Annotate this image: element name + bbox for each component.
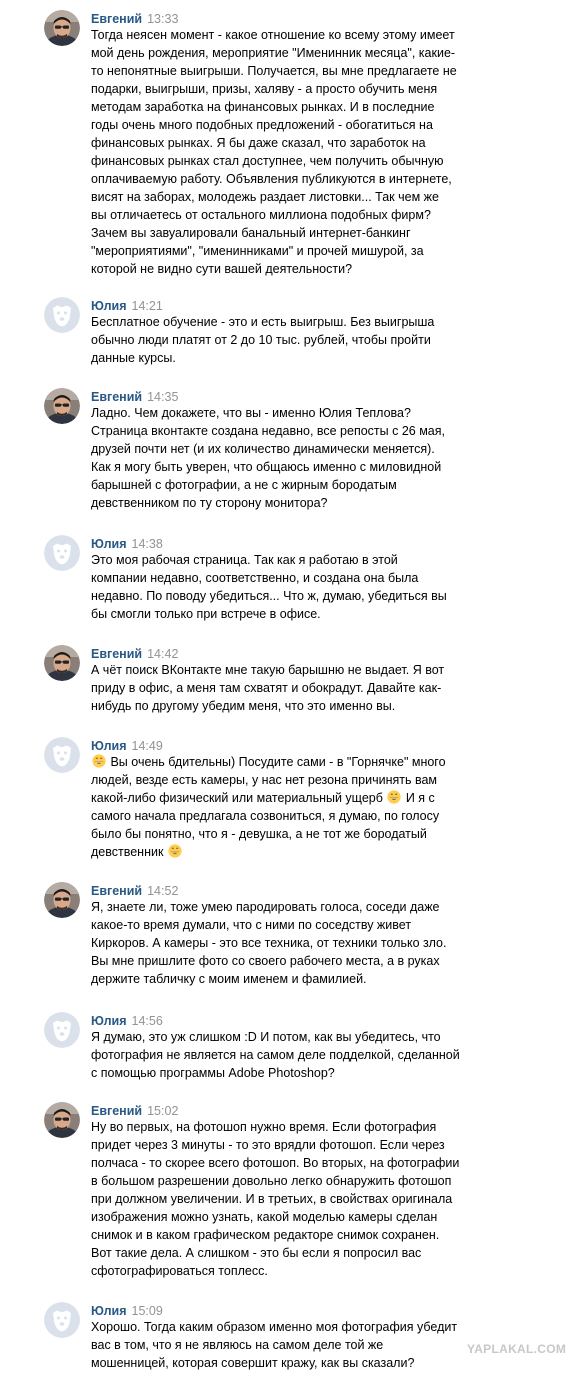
message-time-link[interactable]: 13:33	[147, 12, 178, 26]
author-name-link[interactable]: Евгений	[91, 12, 142, 26]
message-line: оплачиваемую работу. Объявления публикую…	[91, 172, 452, 186]
message-line: приду в офис, а меня там схватят и обокр…	[91, 681, 442, 695]
message-time-link[interactable]: 14:49	[132, 739, 163, 753]
author-name-link[interactable]: Евгений	[91, 647, 142, 661]
message-line: финансовых рынках. Я бы даже сказал, что…	[91, 136, 426, 150]
message-line: мой день рождения, мероприятие "Именинни…	[91, 46, 456, 60]
message-line: девственником по ту сторону монитора?	[91, 496, 328, 510]
user-photo-avatar[interactable]	[44, 645, 80, 681]
author-name-link[interactable]: Юлия	[91, 1014, 127, 1028]
message-line: Это моя рабочая страница. Так как я рабо…	[91, 553, 398, 567]
author-name-link[interactable]: Юлия	[91, 537, 127, 551]
default-dog-avatar[interactable]	[44, 737, 80, 773]
message-line: изображения можно узнать, какой моделью …	[91, 1210, 438, 1224]
message-line: Ладно. Чем докажете, что вы - именно Юли…	[91, 406, 411, 420]
message-line: в большом разрешении довольно легко обна…	[91, 1174, 452, 1188]
message-line: бы смогли только при встрече в офисе.	[91, 607, 321, 621]
author-name-link[interactable]: Юлия	[91, 739, 127, 753]
message-line: друзей почти нет (и их количество динами…	[91, 442, 435, 456]
message-line: компании недавно, соответственно, и созд…	[91, 571, 419, 585]
message-text: Это моя рабочая страница. Так как я рабо…	[91, 551, 566, 623]
message-text: Я думаю, это уж слишком :D И потом, как …	[91, 1028, 566, 1082]
default-dog-avatar[interactable]	[44, 1302, 80, 1338]
message-line: Вы очень бдительны) Посудите сами - в "Г…	[91, 753, 566, 771]
message-time-link[interactable]: 15:09	[132, 1304, 163, 1318]
grinning-face-icon	[387, 790, 401, 804]
message-line: вы отличаетесь от остального миллиона по…	[91, 208, 431, 222]
message-line: барышней с фотографии, а не с жирным бор…	[91, 478, 397, 492]
message-line: финансовых рынках стал доступнее, чем по…	[91, 154, 444, 168]
author-name-link[interactable]: Юлия	[91, 299, 127, 313]
author-name-link[interactable]: Евгений	[91, 390, 142, 404]
message-line: держите табличку с моим именем и фамилие…	[91, 972, 367, 986]
watermark: YAPLAKAL.COM	[467, 1342, 567, 1356]
message-time-link[interactable]: 15:02	[147, 1104, 178, 1118]
message-line: придет через 3 минуты - то это врядли фо…	[91, 1138, 445, 1152]
message-time-link[interactable]: 14:42	[147, 647, 178, 661]
message-line: было бы понятно, что я - девушка, а не т…	[91, 827, 427, 841]
message-line: Хорошо. Тогда каким образом именно моя ф…	[91, 1320, 458, 1334]
message-line: Я думаю, это уж слишком :D И потом, как …	[91, 1030, 441, 1044]
message-time-link[interactable]: 14:21	[132, 299, 163, 313]
user-photo-avatar[interactable]	[44, 10, 80, 46]
default-dog-avatar[interactable]	[44, 297, 80, 333]
message-text: Я, знаете ли, тоже умею пародировать гол…	[91, 898, 566, 988]
message-line: то непонятные выигрыши. Получается, вы м…	[91, 64, 457, 78]
message-time-link[interactable]: 14:56	[132, 1014, 163, 1028]
message-text: А чёт поиск ВКонтакте мне такую барышню …	[91, 661, 566, 715]
message-history: Евгений 13:33 Тогда неясен момент - какое …	[0, 0, 568, 1381]
message-line: недавно. По поводу убедиться... Что ж, д…	[91, 589, 447, 603]
message-text: Ну во первых, на фотошоп нужно время. Ес…	[91, 1118, 566, 1280]
message-line: подарки, выигрыши, призы, халяву - а про…	[91, 82, 438, 96]
message-line: полчаса - то скорее всего фотошоп. Во вт…	[91, 1156, 460, 1170]
message-line: Я, знаете ли, тоже умею пародировать гол…	[91, 900, 440, 914]
message-time-link[interactable]: 14:35	[147, 390, 178, 404]
message-line: мошенницей, которая совершит кражу, как …	[91, 1356, 415, 1370]
message-line: самого начала предлагала созвониться, я …	[91, 809, 440, 823]
message-line: с помощью программы Adobe Photoshop?	[91, 1066, 335, 1080]
message-line: при должном увеличении. И в третьих, в с…	[91, 1192, 453, 1206]
message-text: Бесплатное обучение - это и есть выигрыш…	[91, 313, 566, 367]
message-line: какое-то время думали, что с ними по сос…	[91, 918, 412, 932]
message-line: сфотографироваться топлесс.	[91, 1264, 268, 1278]
user-photo-avatar[interactable]	[44, 1102, 80, 1138]
message-line: снимок и в каком графическом редакторе с…	[91, 1228, 440, 1242]
message-line: данные курсы.	[91, 351, 176, 365]
message-line: фотография не является на самом деле под…	[91, 1048, 460, 1062]
user-photo-avatar[interactable]	[44, 388, 80, 424]
user-photo-avatar[interactable]	[44, 882, 80, 918]
message-line: Бесплатное обучение - это и есть выигрыш…	[91, 315, 435, 329]
message-line: Как я могу быть уверен, что общаюсь имен…	[91, 460, 442, 474]
default-dog-avatar[interactable]	[44, 1012, 80, 1048]
message-line: годы очень много подобных предложений - …	[91, 118, 433, 132]
grinning-face-icon	[168, 844, 182, 858]
message-line: Ну во первых, на фотошоп нужно время. Ес…	[91, 1120, 437, 1134]
message-line: Зачем вы завуалировали банальный интерне…	[91, 226, 411, 240]
message-line: Страница вконтакте создана недавно, все …	[91, 424, 446, 438]
message-text: Вы очень бдительны) Посудите сами - в "Г…	[91, 753, 566, 861]
author-name-link[interactable]: Евгений	[91, 1104, 142, 1118]
message-line: "мероприятиями", "именинниками" и прочей…	[91, 244, 424, 258]
message-line: которой не видно сути вашей деятельности…	[91, 262, 353, 276]
message-line: обычно люди платят от 2 до 10 тыс. рубле…	[91, 333, 431, 347]
message-line: какой-либо физический или материальный у…	[91, 790, 435, 805]
author-name-link[interactable]: Юлия	[91, 1304, 127, 1318]
message-text: Ладно. Чем докажете, что вы - именно Юли…	[91, 404, 566, 512]
message-line: А чёт поиск ВКонтакте мне такую барышню …	[91, 663, 445, 677]
default-dog-avatar[interactable]	[44, 535, 80, 571]
message-line: Киркоров. А камеры - это все техника, от…	[91, 936, 447, 950]
message-time-link[interactable]: 14:38	[132, 537, 163, 551]
message-line: Вот такие дела. А слишком - это бы если …	[91, 1246, 422, 1260]
message-text: Тогда неясен момент - какое отношение ко…	[91, 26, 566, 278]
grinning-face-icon	[92, 754, 106, 768]
message-line: методам заработка на финансовых рынках. …	[91, 100, 435, 114]
message-time-link[interactable]: 14:52	[147, 884, 178, 898]
message-line: девственник	[91, 843, 566, 861]
message-line: нибудь по другому убедим меня, что это и…	[91, 699, 396, 713]
message-line: людей, везде есть камеры, у нас нет резо…	[91, 773, 438, 787]
message-line: Тогда неясен момент - какое отношение ко…	[91, 28, 455, 42]
author-name-link[interactable]: Евгений	[91, 884, 142, 898]
message-line: висят на заборах, молодежь раздает листо…	[91, 190, 439, 204]
message-line: Вы мне пришлите фото со своего рабочего …	[91, 954, 440, 968]
